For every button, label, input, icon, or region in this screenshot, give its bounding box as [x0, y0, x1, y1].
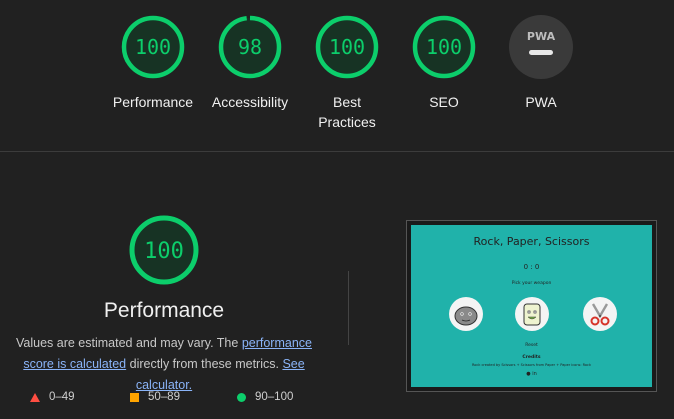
gauge-label: Accessibility — [211, 94, 289, 110]
gauge-label: Performance — [112, 94, 194, 110]
legend-pass: 90–100 — [237, 391, 293, 403]
gauge-label: SEO — [429, 94, 459, 110]
page-screenshot: Rock, Paper, Scissors 0 : 0 Pick your we… — [411, 225, 652, 387]
gauge-score: 100 — [329, 35, 365, 59]
gauge-best-practices[interactable]: 100 Best Practices — [297, 14, 397, 132]
scissors-icon — [583, 297, 617, 331]
performance-score: 100 — [144, 239, 184, 264]
rock-icon — [449, 297, 483, 331]
performance-gauge-large: 100 — [128, 214, 200, 291]
score-gauge: 100 — [315, 15, 379, 79]
score-gauge: 100 — [121, 15, 185, 79]
score-gauge: 100 — [129, 215, 199, 285]
gauge-seo[interactable]: 100 SEO — [394, 14, 494, 112]
linkedin-icon: in — [532, 371, 537, 377]
screenshot-title: Rock, Paper, Scissors — [473, 235, 590, 248]
score-gauge: 100 — [412, 15, 476, 79]
final-screenshot[interactable]: Rock, Paper, Scissors 0 : 0 Pick your we… — [406, 220, 657, 392]
fail-triangle-icon — [30, 392, 40, 402]
description-text: directly from these metrics. — [126, 357, 283, 371]
average-square-icon — [130, 392, 139, 402]
screenshot-credits-heading: Credits — [522, 355, 541, 360]
pwa-badge-icon: PWA — [509, 15, 573, 79]
description-text: Values are estimated and may vary. The — [16, 336, 242, 350]
score-legend: 0–49 50–89 90–100 — [0, 391, 328, 411]
gauge-score: 100 — [426, 35, 462, 59]
section-divider — [0, 151, 674, 152]
gauge-score: 98 — [238, 35, 262, 59]
gauge-accessibility[interactable]: 98 Accessibility — [200, 14, 300, 112]
performance-title: Performance — [103, 299, 225, 322]
legend-fail: 0–49 — [30, 391, 75, 403]
screenshot-score: 0 : 0 — [523, 263, 540, 271]
legend-range: 50–89 — [148, 391, 180, 403]
gauge-label: Best Practices — [318, 94, 376, 130]
pwa-badge-text: PWA — [527, 30, 556, 43]
screenshot-credits-text: Rock created by Scissors + Scissors from… — [471, 363, 592, 367]
vertical-separator — [348, 271, 349, 345]
gauge-performance[interactable]: 100 Performance — [103, 14, 203, 112]
screenshot-reset: Reset — [525, 343, 538, 348]
screenshot-social-icons: ● in — [411, 371, 652, 377]
screenshot-pick-text: Pick your weapon — [511, 281, 552, 286]
pass-circle-icon — [237, 392, 246, 402]
gauge-score: 100 — [135, 35, 171, 59]
category-gauges: 100 Performance 98 Accessibility 100 Bes… — [0, 0, 674, 150]
gauge-pwa[interactable]: PWA PWA — [491, 14, 591, 112]
paper-icon — [515, 297, 549, 331]
legend-average: 50–89 — [130, 391, 180, 403]
gauge-label: PWA — [525, 94, 557, 110]
github-icon: ● — [526, 371, 531, 377]
performance-description: Values are estimated and may vary. The p… — [0, 333, 328, 396]
legend-range: 0–49 — [49, 391, 75, 403]
score-gauge: 98 — [218, 15, 282, 79]
legend-range: 90–100 — [255, 391, 294, 403]
